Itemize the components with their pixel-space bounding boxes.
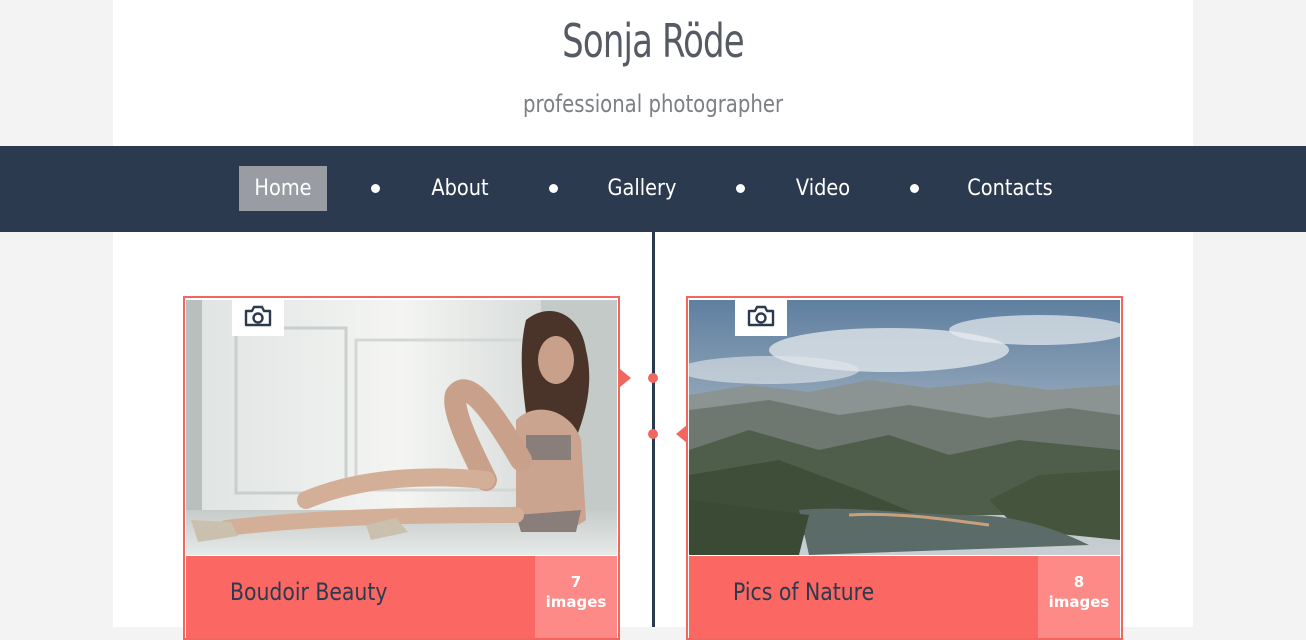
nav-separator-dot: [736, 184, 745, 193]
site-subtitle: professional photographer: [522, 90, 784, 118]
nav-item-about[interactable]: About: [425, 166, 495, 211]
timeline-dot: [648, 373, 658, 383]
card-footer: Boudoir Beauty 7 images: [186, 556, 617, 638]
nav-item-contacts[interactable]: Contacts: [964, 166, 1056, 211]
card-title[interactable]: Boudoir Beauty: [230, 578, 387, 606]
nav-item-gallery[interactable]: Gallery: [602, 166, 681, 211]
gallery-card-nature[interactable]: Pics of Nature 8 images: [686, 296, 1123, 640]
image-count-label: images: [545, 593, 607, 611]
card-title[interactable]: Pics of Nature: [733, 578, 874, 606]
nav-item-video[interactable]: Video: [790, 166, 857, 211]
image-count-badge: 7 images: [535, 556, 617, 638]
main-nav: Home About Gallery Video Contacts: [0, 146, 1306, 232]
camera-icon: [735, 298, 787, 336]
card-footer: Pics of Nature 8 images: [689, 556, 1120, 638]
nav-item-home[interactable]: Home: [239, 166, 327, 211]
image-count-label: images: [1048, 593, 1110, 611]
nav-separator-dot: [549, 184, 558, 193]
nature-photo: [689, 300, 1120, 555]
card-photo-boudoir[interactable]: [186, 300, 617, 555]
image-count: 8: [1073, 573, 1085, 591]
site-header: Sonja Röde professional photographer: [113, 0, 1193, 146]
timeline-dot: [648, 429, 658, 439]
site-title[interactable]: Sonja Röde: [210, 14, 1096, 68]
card-pointer-arrow: [620, 369, 631, 387]
camera-icon: [232, 298, 284, 336]
image-count: 7: [570, 573, 582, 591]
boudoir-photo: [186, 300, 617, 555]
gallery-card-boudoir[interactable]: Boudoir Beauty 7 images: [183, 296, 620, 640]
nav-separator-dot: [371, 184, 380, 193]
card-photo-nature[interactable]: [689, 300, 1120, 555]
nav-separator-dot: [910, 184, 919, 193]
image-count-badge: 8 images: [1038, 556, 1120, 638]
